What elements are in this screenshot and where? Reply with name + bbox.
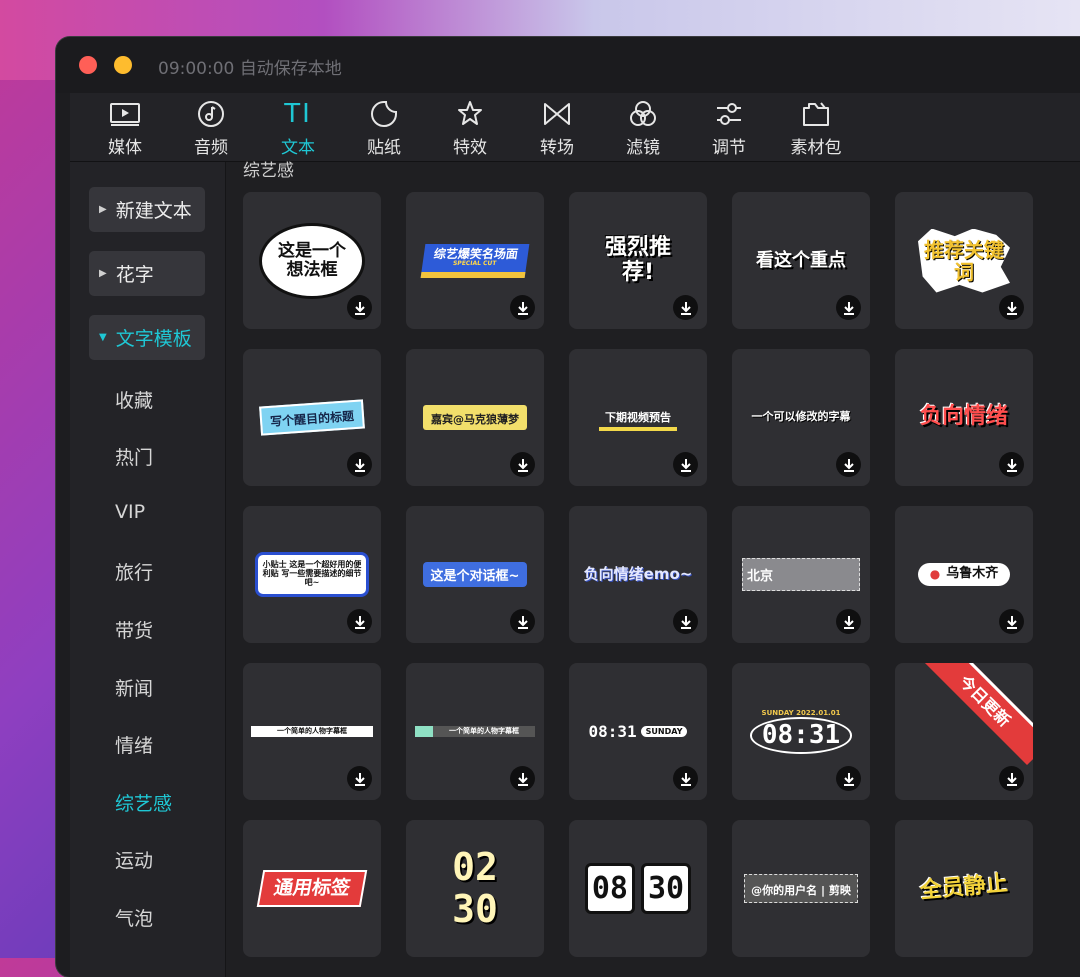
template-card[interactable]: 推荐关键词	[895, 192, 1033, 329]
template-card[interactable]: 综艺爆笑名场面 SPECIAL CUT	[406, 192, 544, 329]
text-template-button[interactable]: ▼ 文字模板	[89, 315, 205, 360]
clock-minutes: 30	[648, 871, 685, 906]
adjust-icon	[694, 99, 764, 129]
template-card[interactable]: 08 30	[569, 820, 707, 957]
template-gallery: 综艺感 这是一个想法框 综艺爆笑名场面 SPECIAL CUT 强烈推荐! 看这…	[226, 161, 1080, 977]
tab-effects[interactable]: 特效	[435, 99, 505, 158]
sidebar-item-vip[interactable]: VIP	[115, 501, 145, 523]
download-icon[interactable]	[999, 295, 1024, 320]
sidebar-item-travel[interactable]: 旅行	[115, 558, 153, 585]
template-card[interactable]: @你的用户名 | 剪映	[732, 820, 870, 957]
tab-media[interactable]: 媒体	[90, 99, 160, 158]
fancy-text-button[interactable]: ▶ 花字	[89, 251, 205, 296]
template-card[interactable]: 负向情绪emo~	[569, 506, 707, 643]
download-icon[interactable]	[347, 452, 372, 477]
download-icon[interactable]	[347, 295, 372, 320]
template-card[interactable]: 小贴士 这是一个超好用的便利贴 写一些需要描述的细节吧~	[243, 506, 381, 643]
filter-icon	[608, 99, 678, 129]
close-window-button[interactable]	[79, 56, 97, 74]
download-icon[interactable]	[510, 452, 535, 477]
template-card[interactable]: 这是个对话框~	[406, 506, 544, 643]
template-card[interactable]: ● 乌鲁木齐	[895, 506, 1033, 643]
download-icon[interactable]	[510, 295, 535, 320]
download-icon[interactable]	[510, 609, 535, 634]
clock-hours: 08	[591, 871, 628, 906]
location-pin-icon: ●	[929, 567, 941, 582]
tab-transition[interactable]: 转场	[522, 99, 592, 158]
download-icon[interactable]	[673, 452, 698, 477]
sticker-icon	[349, 99, 419, 129]
section-title: 综艺感	[243, 161, 294, 181]
collapse-arrow-icon: ▼	[99, 332, 107, 343]
download-icon[interactable]	[999, 609, 1024, 634]
template-card[interactable]: 北京	[732, 506, 870, 643]
sidebar-item-ecommerce[interactable]: 带货	[115, 616, 153, 643]
top-toolbar: 媒体 音频 TI 文本 贴纸 特效 转场 滤镜 调节 素材包	[70, 93, 1080, 162]
effects-icon	[435, 99, 505, 129]
sidebar-item-variety[interactable]: 综艺感	[115, 789, 172, 816]
template-card[interactable]: 通用标签	[243, 820, 381, 957]
main-panel: 媒体 音频 TI 文本 贴纸 特效 转场 滤镜 调节 素材包 ▶ 新建文本 ▶ …	[70, 93, 1080, 977]
download-icon[interactable]	[999, 766, 1024, 791]
tab-filter[interactable]: 滤镜	[608, 99, 678, 158]
media-icon	[90, 99, 160, 129]
template-card[interactable]: SUNDAY 2022.01.01 08:31	[732, 663, 870, 800]
template-card[interactable]: 02 30	[406, 820, 544, 957]
template-card[interactable]: 下期视频预告	[569, 349, 707, 486]
download-icon[interactable]	[836, 295, 861, 320]
category-sidebar: ▶ 新建文本 ▶ 花字 ▼ 文字模板 收藏 热门 VIP 旅行 带货 新闻 情绪…	[70, 162, 226, 977]
material-pack-icon	[781, 99, 851, 129]
download-icon[interactable]	[347, 766, 372, 791]
template-card[interactable]: 这是一个想法框	[243, 192, 381, 329]
template-card[interactable]: 强烈推荐!	[569, 192, 707, 329]
window-title: 09:00:00 自动保存本地	[158, 59, 342, 79]
new-text-button[interactable]: ▶ 新建文本	[89, 187, 205, 232]
download-icon[interactable]	[836, 766, 861, 791]
template-card[interactable]: 一个简单的人物字幕框	[406, 663, 544, 800]
template-card[interactable]: 一个可以修改的字幕	[732, 349, 870, 486]
download-icon[interactable]	[836, 452, 861, 477]
download-icon[interactable]	[347, 609, 372, 634]
template-card[interactable]: 今日更新	[895, 663, 1033, 800]
minimize-window-button[interactable]	[114, 56, 132, 74]
sidebar-item-sports[interactable]: 运动	[115, 846, 153, 873]
template-card[interactable]: 写个醒目的标题	[243, 349, 381, 486]
expand-arrow-icon: ▶	[99, 204, 107, 215]
download-icon[interactable]	[673, 609, 698, 634]
expand-arrow-icon: ▶	[99, 268, 107, 279]
sidebar-item-hot[interactable]: 热门	[115, 443, 153, 470]
text-icon: TI	[284, 99, 312, 129]
tab-adjust[interactable]: 调节	[694, 99, 764, 158]
sidebar-item-bubble[interactable]: 气泡	[115, 904, 153, 931]
sidebar-item-emotion[interactable]: 情绪	[115, 731, 153, 758]
transition-icon	[522, 99, 592, 129]
download-icon[interactable]	[673, 766, 698, 791]
download-icon[interactable]	[999, 452, 1024, 477]
tab-sticker[interactable]: 贴纸	[349, 99, 419, 158]
tab-text[interactable]: TI 文本	[263, 99, 333, 158]
tab-material-pack[interactable]: 素材包	[781, 99, 851, 158]
download-icon[interactable]	[673, 295, 698, 320]
audio-icon	[176, 99, 246, 129]
title-bar: 09:00:00 自动保存本地	[56, 37, 1080, 93]
template-card[interactable]: 一个简单的人物字幕框	[243, 663, 381, 800]
tab-audio[interactable]: 音频	[176, 99, 246, 158]
download-icon[interactable]	[510, 766, 535, 791]
app-window: 09:00:00 自动保存本地 媒体 音频 TI 文本 贴纸 特效 转场 滤镜 …	[56, 37, 1080, 977]
template-card[interactable]: 负向情绪	[895, 349, 1033, 486]
download-icon[interactable]	[836, 609, 861, 634]
template-card[interactable]: 看这个重点	[732, 192, 870, 329]
template-card[interactable]: 08:31 SUNDAY	[569, 663, 707, 800]
sidebar-item-favorites[interactable]: 收藏	[115, 386, 153, 413]
sidebar-item-news[interactable]: 新闻	[115, 674, 153, 701]
template-card[interactable]: 嘉宾@马克狼薄梦	[406, 349, 544, 486]
template-card[interactable]: 全员静止	[895, 820, 1033, 957]
